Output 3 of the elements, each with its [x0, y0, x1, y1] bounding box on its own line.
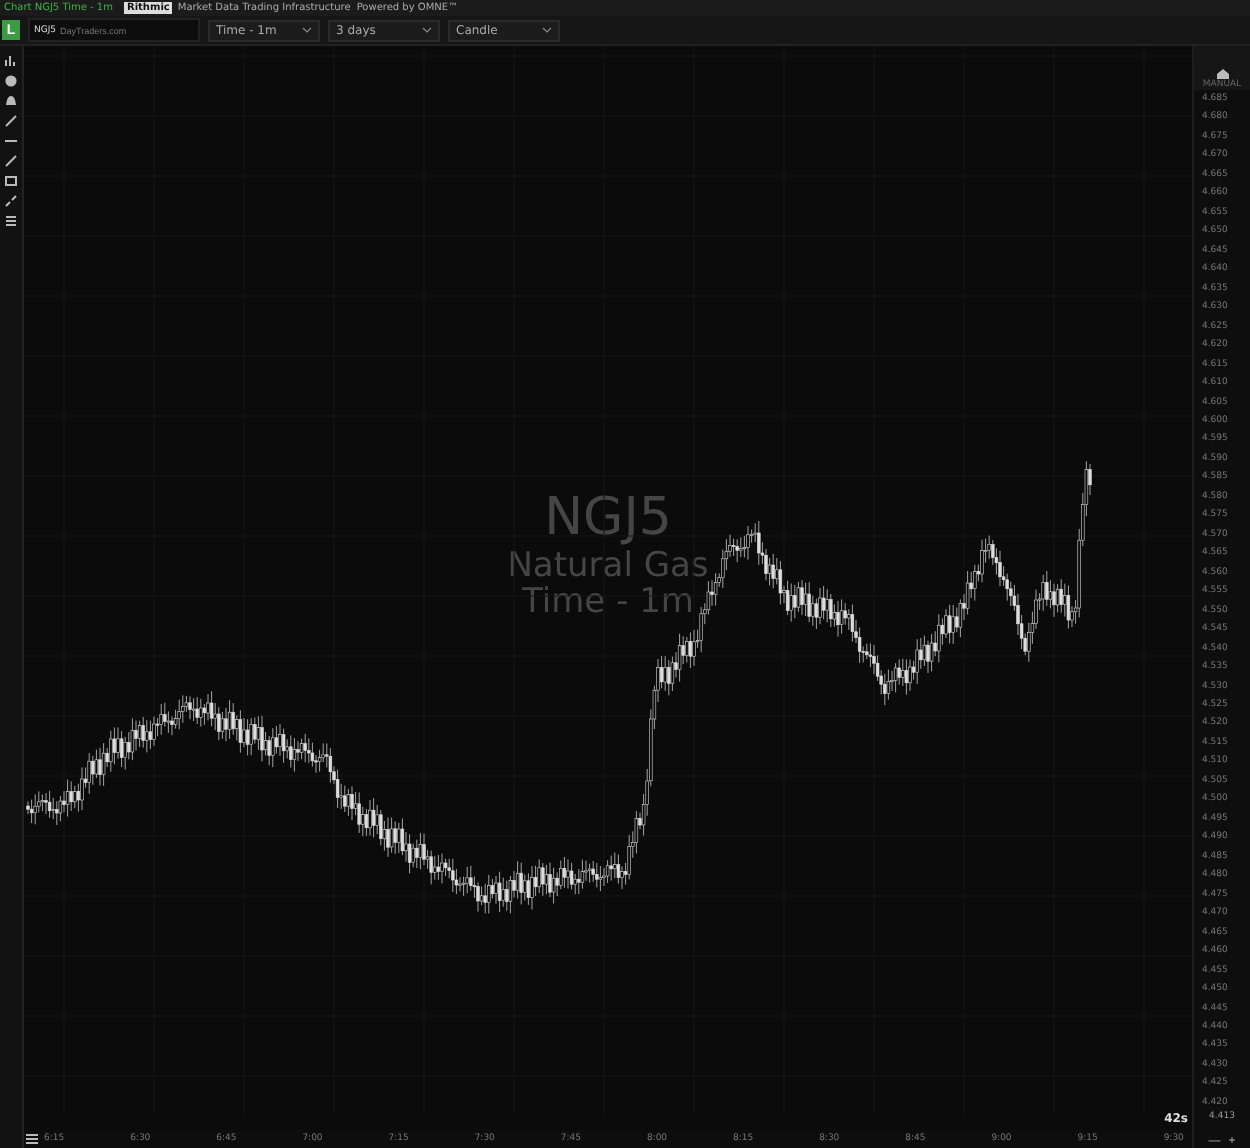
watermark-interval: Time - 1m — [522, 584, 694, 622]
watermark-symbol: NGJ5 — [544, 490, 672, 548]
watermark-name: Natural Gas — [507, 547, 709, 585]
